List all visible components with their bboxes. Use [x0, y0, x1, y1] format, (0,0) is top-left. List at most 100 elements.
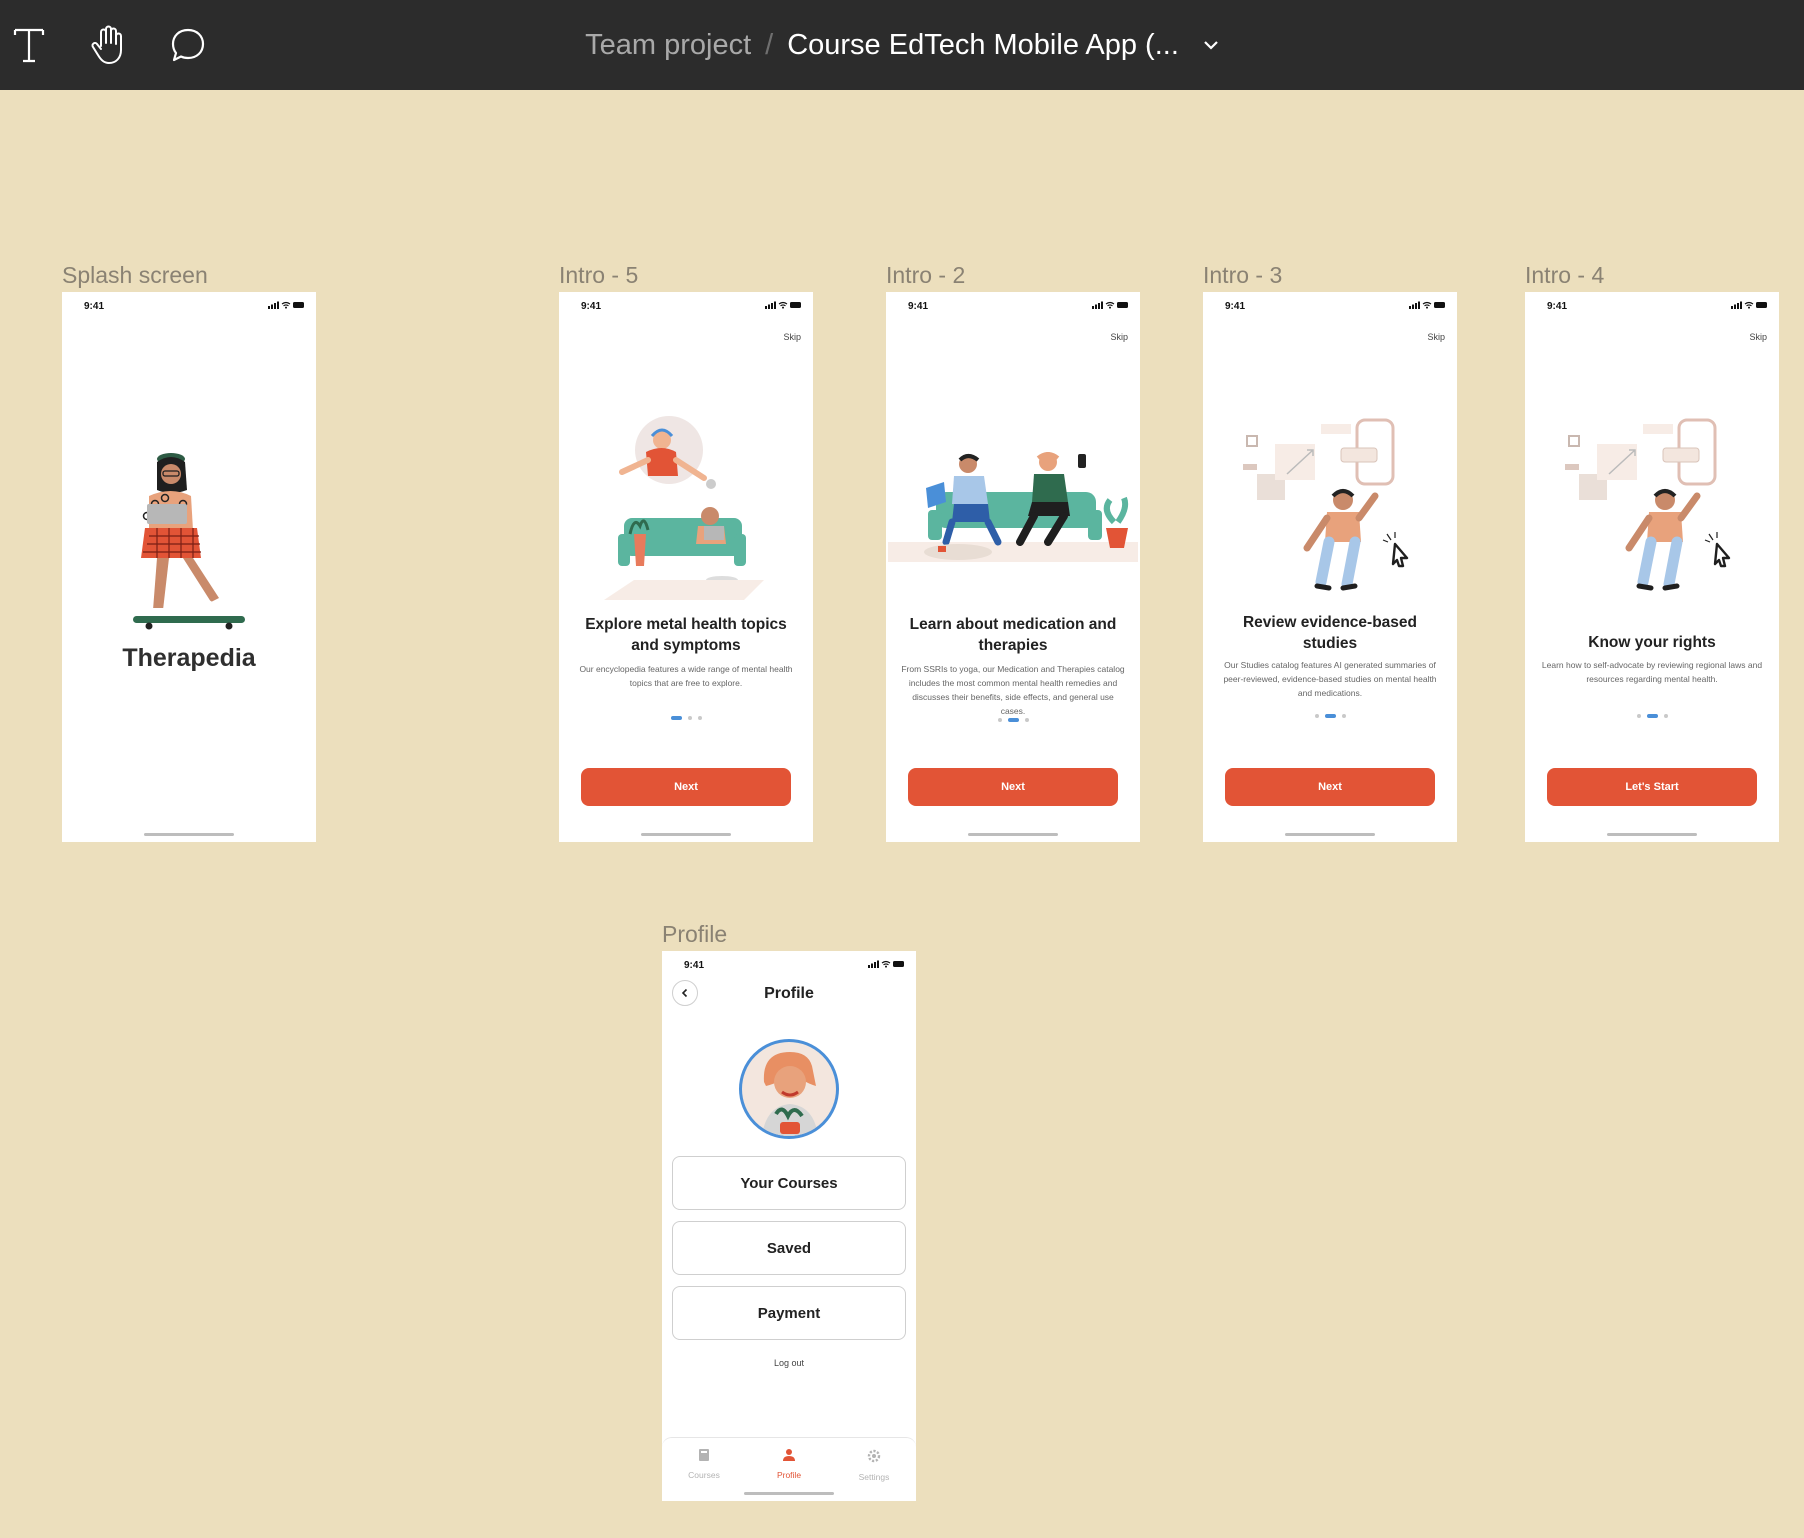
status-icons	[1731, 301, 1769, 309]
intro-description: Learn how to self-advocate by reviewing …	[1541, 660, 1763, 684]
app-brand-name: Therapedia	[122, 644, 256, 672]
home-indicator	[1285, 833, 1375, 836]
frame-intro-5[interactable]: 9:41 Skip Explore metal health topics an…	[559, 292, 813, 842]
status-bar: 9:41	[662, 951, 916, 977]
page-dot-active	[1007, 718, 1019, 722]
page-dot	[1314, 714, 1319, 718]
signal-wifi-battery-icon	[268, 301, 304, 309]
page-dot	[997, 718, 1002, 722]
breadcrumb-file-name[interactable]: Course EdTech Mobile App (...	[787, 29, 1179, 62]
tab-courses[interactable]: Courses	[664, 1448, 744, 1480]
tab-label: Courses	[688, 1470, 720, 1480]
intro-title: Review evidence-based studies	[1242, 614, 1418, 652]
breadcrumb-separator: /	[765, 28, 774, 61]
page-dot	[697, 716, 702, 720]
frame-splash-screen[interactable]: 9:41 Therapedia	[62, 292, 316, 842]
status-icons	[765, 301, 803, 309]
person-icon	[783, 1449, 795, 1461]
intro-description: Our Studies catalog features AI generate…	[1223, 660, 1437, 698]
next-button[interactable]: Next	[581, 768, 791, 806]
woman-skateboard-illustration	[133, 453, 245, 630]
home-indicator	[144, 833, 234, 836]
payment-button[interactable]: Payment	[672, 1286, 906, 1340]
book-icon	[699, 1449, 709, 1461]
frame-intro-4[interactable]: 9:41 Skip Know your rights Learn how to …	[1525, 292, 1779, 842]
page-dots	[886, 718, 1140, 722]
tab-profile[interactable]: Profile	[749, 1448, 829, 1480]
frame-label-intro-5[interactable]: Intro - 5	[559, 262, 638, 289]
next-button[interactable]: Next	[908, 768, 1118, 806]
skip-button[interactable]: Skip	[1427, 332, 1445, 342]
status-icons	[868, 960, 906, 968]
intro-description: Our encyclopedia features a wide range o…	[579, 664, 793, 688]
status-icons	[1409, 301, 1447, 309]
breadcrumb: Team project / Course EdTech Mobile App …	[0, 0, 1804, 90]
page-dots	[1203, 714, 1457, 718]
page-dot	[1024, 718, 1029, 722]
status-time: 9:41	[908, 301, 929, 312]
know-rights-illustration	[1565, 418, 1731, 591]
saved-button[interactable]: Saved	[672, 1221, 906, 1275]
lets-start-button[interactable]: Let's Start	[1547, 768, 1757, 806]
signal-wifi-battery-icon	[1731, 301, 1767, 309]
frame-intro-2[interactable]: 9:41 Skip Learn about medication and the…	[886, 292, 1140, 842]
status-bar: 9:41	[1525, 292, 1779, 318]
status-bar: 9:41	[886, 292, 1140, 318]
frame-label-splash[interactable]: Splash screen	[62, 262, 208, 289]
intro-title: Know your rights	[1588, 634, 1716, 651]
chevron-down-icon[interactable]	[1203, 40, 1219, 50]
home-indicator	[1607, 833, 1697, 836]
studies-illustration	[1243, 418, 1409, 591]
log-out-link[interactable]: Log out	[662, 1358, 916, 1368]
frame-label-intro-3[interactable]: Intro - 3	[1203, 262, 1282, 289]
status-icons	[268, 301, 306, 309]
next-button[interactable]: Next	[1225, 768, 1435, 806]
avatar[interactable]	[739, 1039, 839, 1139]
skip-button[interactable]: Skip	[783, 332, 801, 342]
status-time: 9:41	[84, 301, 105, 312]
skip-button[interactable]: Skip	[1110, 332, 1128, 342]
frame-intro-3[interactable]: 9:41 Skip Review evidence-based studies …	[1203, 292, 1457, 842]
frame-profile[interactable]: 9:41 Profile Your Courses Saved Payment …	[662, 951, 916, 1501]
top-toolbar: Team project / Course EdTech Mobile App …	[0, 0, 1804, 90]
page-dot	[1341, 714, 1346, 718]
page-title: Profile	[764, 985, 814, 1002]
page-dot	[1636, 714, 1641, 718]
intro-title: Learn about medication and therapies	[909, 616, 1117, 654]
frame-label-intro-2[interactable]: Intro - 2	[886, 262, 965, 289]
tab-settings[interactable]: Settings	[834, 1448, 914, 1482]
page-dot	[1663, 714, 1668, 718]
status-time: 9:41	[684, 960, 705, 971]
status-bar: 9:41	[1203, 292, 1457, 318]
page-dot	[687, 716, 692, 720]
explore-topics-illustration	[604, 416, 764, 600]
status-time: 9:41	[1225, 301, 1246, 312]
page-dot-active	[1646, 714, 1658, 718]
status-time: 9:41	[581, 301, 602, 312]
home-indicator	[641, 833, 731, 836]
intro-title: Explore metal health topics and symptoms	[585, 616, 787, 654]
signal-wifi-battery-icon	[765, 301, 801, 309]
intro-description: From SSRIs to yoga, our Medication and T…	[901, 664, 1125, 716]
your-courses-button[interactable]: Your Courses	[672, 1156, 906, 1210]
status-bar: 9:41	[62, 292, 316, 318]
home-indicator	[744, 1492, 834, 1495]
breadcrumb-project[interactable]: Team project	[585, 29, 751, 62]
signal-wifi-battery-icon	[1092, 301, 1128, 309]
page-dots	[559, 716, 813, 720]
frame-label-profile[interactable]: Profile	[662, 921, 727, 948]
medication-therapies-illustration	[888, 452, 1138, 562]
signal-wifi-battery-icon	[868, 960, 904, 968]
page-dot-active	[670, 716, 682, 720]
tab-label: Settings	[858, 1472, 890, 1482]
status-bar: 9:41	[559, 292, 813, 318]
signal-wifi-battery-icon	[1409, 301, 1445, 309]
skip-button[interactable]: Skip	[1749, 332, 1767, 342]
status-time: 9:41	[1547, 301, 1568, 312]
page-dot-active	[1324, 714, 1336, 718]
tab-label: Profile	[776, 1470, 802, 1480]
home-indicator	[968, 833, 1058, 836]
gear-icon	[867, 1449, 881, 1463]
status-icons	[1092, 301, 1130, 309]
frame-label-intro-4[interactable]: Intro - 4	[1525, 262, 1604, 289]
